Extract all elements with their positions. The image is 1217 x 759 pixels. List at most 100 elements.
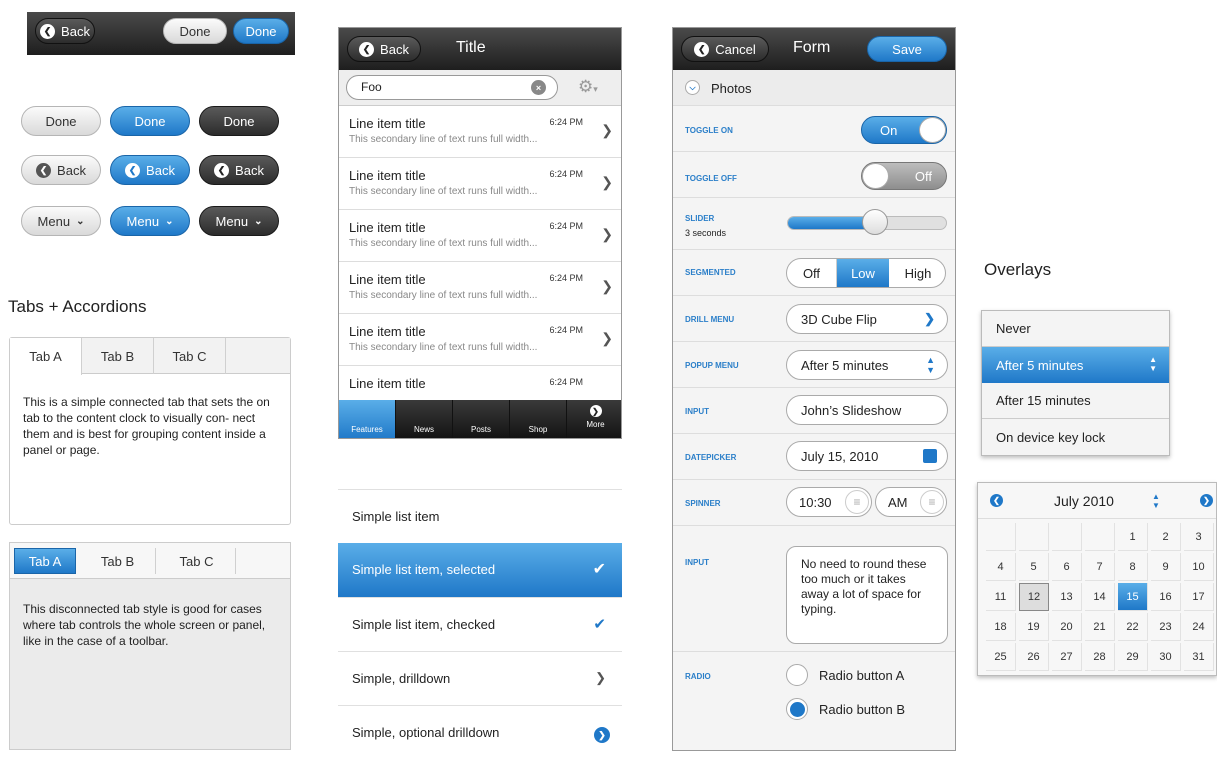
menu-option-5-min[interactable]: After 5 minutes ▲ ▼ — [982, 347, 1169, 383]
calendar-day[interactable]: 21 — [1085, 613, 1115, 641]
back-button-blue[interactable]: ❮ Back — [110, 155, 190, 185]
nav-shop[interactable]: Shop — [510, 400, 567, 438]
toggle-on-switch[interactable]: On — [861, 116, 947, 144]
segment-high[interactable]: High — [889, 259, 945, 287]
tab-a[interactable]: Tab A — [10, 338, 82, 375]
segment-off[interactable]: Off — [787, 259, 837, 287]
calendar-day[interactable]: 24 — [1184, 613, 1214, 641]
next-month-icon[interactable]: ❯ — [1200, 494, 1213, 507]
simple-list-item-selected[interactable]: Simple list item, selected ✔ — [338, 543, 622, 597]
up-down-arrows-icon[interactable]: ▲ ▼ — [1152, 492, 1160, 510]
calendar-day[interactable]: 4 — [986, 553, 1016, 581]
spinner-row: SPINNER 10:30 ≡ AM ≡ — [673, 480, 955, 526]
list-item[interactable]: Line item title 6:24 PM This secondary lin… — [339, 314, 621, 366]
slideshow-name-input[interactable]: John’s Slideshow — [786, 395, 948, 425]
calendar-day[interactable]: 5 — [1019, 553, 1049, 581]
radio-a[interactable]: Radio button A — [786, 664, 946, 688]
menu-button-dark[interactable]: Menu ⌄ — [199, 206, 279, 236]
time-spinner[interactable]: 10:30 ≡ — [786, 487, 872, 517]
segment-low[interactable]: Low — [837, 259, 889, 287]
tab-c[interactable]: Tab C — [158, 548, 236, 574]
nav-posts[interactable]: Posts — [453, 400, 510, 438]
done-button-light[interactable]: Done — [21, 106, 101, 136]
list-item[interactable]: Line item title 6:24 PM This secondary lin… — [339, 210, 621, 262]
calendar-day-selected[interactable]: 15 — [1118, 583, 1148, 611]
calendar-day[interactable]: 13 — [1052, 583, 1082, 611]
calendar-icon[interactable] — [923, 449, 937, 463]
calendar-day[interactable]: 9 — [1151, 553, 1181, 581]
calendar-day[interactable]: 31 — [1184, 643, 1214, 671]
back-button-light[interactable]: ❮ Back — [21, 155, 101, 185]
calendar-day[interactable]: 11 — [986, 583, 1016, 611]
simple-list-item[interactable]: Simple list item — [338, 489, 622, 543]
calendar-day[interactable]: 17 — [1184, 583, 1214, 611]
toggle-off-switch[interactable]: Off — [861, 162, 947, 190]
tab-a[interactable]: Tab A — [14, 548, 76, 574]
slider-track[interactable] — [787, 209, 947, 235]
list-item[interactable]: Line item title 6:24 PM — [339, 366, 621, 400]
tab-c[interactable]: Tab C — [154, 338, 226, 374]
list-item-subtitle: This secondary line of text runs full wi… — [349, 290, 538, 301]
calendar-day[interactable]: 22 — [1118, 613, 1148, 641]
nav-news[interactable]: News — [396, 400, 453, 438]
simple-list-item-drilldown[interactable]: Simple, drilldown ❯ — [338, 651, 622, 705]
back-button-dark[interactable]: ❮ Back — [199, 155, 279, 185]
popup-menu-select[interactable]: After 5 minutes ▲ ▼ — [786, 350, 948, 380]
clear-search-icon[interactable]: × — [531, 80, 546, 95]
nav-features[interactable]: Features — [339, 400, 396, 438]
calendar-day[interactable]: 10 — [1184, 553, 1214, 581]
menu-option-key-lock[interactable]: On device key lock — [982, 419, 1169, 455]
notes-textarea[interactable]: No need to round these too much or it ta… — [786, 546, 948, 644]
ampm-spinner[interactable]: AM ≡ — [875, 487, 947, 517]
calendar-day[interactable]: 25 — [986, 643, 1016, 671]
calendar-day[interactable]: 8 — [1118, 553, 1148, 581]
photos-accordion[interactable]: ⌵ Photos — [673, 70, 955, 106]
spinner-handle-icon[interactable]: ≡ — [845, 490, 869, 514]
calendar-day[interactable]: 1 — [1118, 523, 1148, 551]
spinner-handle-icon[interactable]: ≡ — [920, 490, 944, 514]
tab-b[interactable]: Tab B — [82, 338, 154, 374]
calendar-day[interactable]: 3 — [1184, 523, 1214, 551]
calendar-day[interactable]: 28 — [1085, 643, 1115, 671]
save-button[interactable]: Save — [867, 36, 947, 62]
drill-menu-button[interactable]: 3D Cube Flip ❯ — [786, 304, 948, 334]
cancel-button[interactable]: ❮ Cancel — [681, 36, 769, 62]
date-input[interactable]: July 15, 2010 — [786, 441, 948, 471]
calendar-day[interactable]: 7 — [1085, 553, 1115, 581]
done-primary-button[interactable]: Done — [233, 18, 289, 44]
calendar-day-today[interactable]: 12 — [1019, 583, 1049, 611]
list-item[interactable]: Line item title 6:24 PM This secondary lin… — [339, 158, 621, 210]
calendar-day[interactable]: 16 — [1151, 583, 1181, 611]
calendar-day[interactable]: 27 — [1052, 643, 1082, 671]
calendar-day[interactable]: 2 — [1151, 523, 1181, 551]
calendar-day[interactable]: 29 — [1118, 643, 1148, 671]
done-button-dark[interactable]: Done — [199, 106, 279, 136]
done-button[interactable]: Done — [163, 18, 227, 44]
back-button[interactable]: ❮ Back — [347, 36, 421, 62]
done-button-blue[interactable]: Done — [110, 106, 190, 136]
drilldown-circle-icon[interactable]: ❯ — [594, 727, 610, 743]
nav-more[interactable]: ❯ More — [567, 400, 621, 438]
calendar-day[interactable]: 30 — [1151, 643, 1181, 671]
simple-list-item-checked[interactable]: Simple list item, checked ✔ — [338, 597, 622, 651]
menu-option-15-min[interactable]: After 15 minutes — [982, 383, 1169, 419]
calendar-day[interactable]: 20 — [1052, 613, 1082, 641]
slider-knob[interactable] — [861, 209, 888, 235]
calendar-day[interactable]: 14 — [1085, 583, 1115, 611]
search-input[interactable]: Foo — [346, 75, 558, 100]
back-button[interactable]: ❮ Back — [35, 18, 95, 44]
calendar-day[interactable]: 26 — [1019, 643, 1049, 671]
tab-b[interactable]: Tab B — [80, 548, 156, 574]
menu-button-light[interactable]: Menu ⌄ — [21, 206, 101, 236]
list-item[interactable]: Line item title 6:24 PM This secondary lin… — [339, 262, 621, 314]
calendar-day[interactable]: 6 — [1052, 553, 1082, 581]
radio-b[interactable]: Radio button B — [786, 698, 946, 722]
menu-button-blue[interactable]: Menu ⌄ — [110, 206, 190, 236]
prev-month-icon[interactable]: ❮ — [990, 494, 1003, 507]
menu-option-never[interactable]: Never — [982, 311, 1169, 347]
calendar-day[interactable]: 23 — [1151, 613, 1181, 641]
list-item[interactable]: Line item title 6:24 PM This secondary lin… — [339, 106, 621, 158]
calendar-day[interactable]: 19 — [1019, 613, 1049, 641]
gear-icon[interactable]: ⚙▾ — [578, 77, 598, 97]
calendar-day[interactable]: 18 — [986, 613, 1016, 641]
